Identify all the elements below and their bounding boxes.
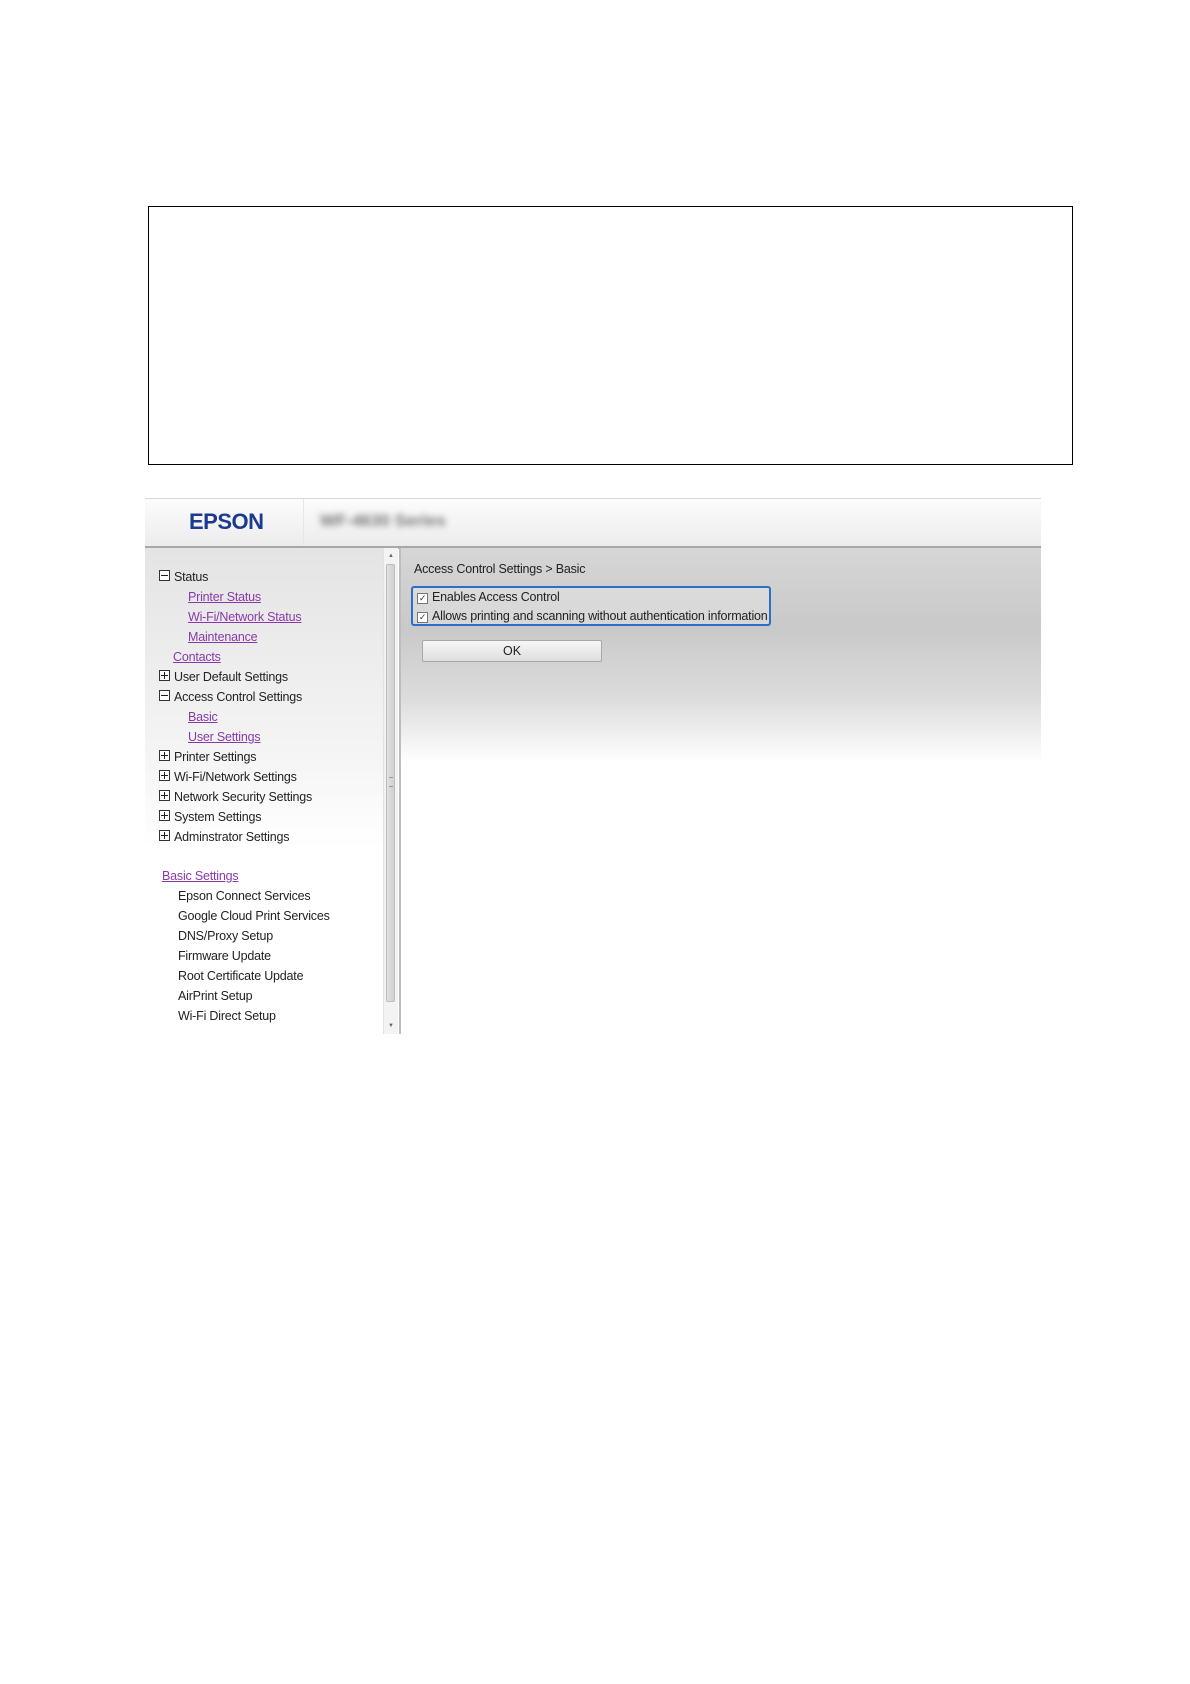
model-name: WF-4630 Series xyxy=(320,511,446,530)
scroll-thumb[interactable] xyxy=(386,564,395,1002)
collapse-icon[interactable] xyxy=(159,690,170,701)
sidebar-item-label: User Default Settings xyxy=(174,670,288,684)
expand-icon[interactable] xyxy=(159,830,170,841)
sidebar-item-label: Printer Settings xyxy=(174,750,257,764)
option-label: Enables Access Control xyxy=(432,590,560,604)
expand-icon[interactable] xyxy=(159,810,170,821)
scroll-down-arrow-icon[interactable]: ▼ xyxy=(384,1020,398,1032)
sidebar-item-firmware-update[interactable]: Firmware Update xyxy=(178,949,271,963)
epson-logo: EPSON xyxy=(189,509,264,534)
sidebar-item-wifi-network-status[interactable]: Wi-Fi/Network Status xyxy=(188,610,302,624)
breadcrumb: Access Control Settings > Basic xyxy=(414,562,586,576)
ok-button[interactable]: OK xyxy=(422,640,602,662)
sidebar-item-contacts[interactable]: Contacts xyxy=(173,650,221,664)
sidebar-item-access-control-settings[interactable]: Access Control Settings xyxy=(159,690,302,704)
sidebar-item-printer-status[interactable]: Printer Status xyxy=(188,590,261,604)
sidebar-item-network-security-settings[interactable]: Network Security Settings xyxy=(159,790,312,804)
header-divider xyxy=(303,499,304,546)
sidebar-item-label: Wi-Fi/Network Settings xyxy=(174,770,297,784)
expand-icon[interactable] xyxy=(159,670,170,681)
sidebar-item-maintenance[interactable]: Maintenance xyxy=(188,630,258,644)
sidebar-item-administrator-settings[interactable]: Adminstrator Settings xyxy=(159,830,289,844)
web-config-screen: EPSON WF-4630 Series Status Printer Stat… xyxy=(145,498,1041,1034)
sidebar-item-status[interactable]: Status xyxy=(159,570,208,584)
expand-icon[interactable] xyxy=(159,770,170,781)
sidebar-item-wifi-network-settings[interactable]: Wi-Fi/Network Settings xyxy=(159,770,297,784)
enable-access-control-option[interactable]: ✓ Enables Access Control xyxy=(417,590,560,607)
sidebar-item-root-certificate-update[interactable]: Root Certificate Update xyxy=(178,969,304,983)
expand-icon[interactable] xyxy=(159,790,170,801)
sidebar-item-dns-proxy-setup[interactable]: DNS/Proxy Setup xyxy=(178,929,273,943)
empty-frame xyxy=(148,206,1073,465)
scroll-up-arrow-icon[interactable]: ▲ xyxy=(384,550,398,562)
sidebar-item-basic-settings[interactable]: Basic Settings xyxy=(162,869,239,883)
sidebar-item-label: Adminstrator Settings xyxy=(174,830,290,844)
sidebar-item-label: System Settings xyxy=(174,810,262,824)
scroll-grip-icon xyxy=(389,777,393,787)
sidebar: Status Printer Status Wi-Fi/Network Stat… xyxy=(145,548,383,1034)
allow-unauthenticated-checkbox[interactable]: ✓ xyxy=(417,612,428,623)
sidebar-item-printer-settings[interactable]: Printer Settings xyxy=(159,750,256,764)
sidebar-item-system-settings[interactable]: System Settings xyxy=(159,810,262,824)
sidebar-item-google-cloud-print-services[interactable]: Google Cloud Print Services xyxy=(178,909,330,923)
access-control-options: ✓ Enables Access Control ✓ Allows printing… xyxy=(411,586,771,626)
sidebar-item-label: Status xyxy=(174,570,209,584)
sidebar-item-airprint-setup[interactable]: AirPrint Setup xyxy=(178,989,253,1003)
collapse-icon[interactable] xyxy=(159,570,170,581)
sidebar-item-label: Access Control Settings xyxy=(174,690,303,704)
option-label: Allows printing and scanning without aut… xyxy=(432,609,768,623)
sidebar-scrollbar[interactable]: ▲ ▼ xyxy=(383,548,398,1034)
main-content: Access Control Settings > Basic ✓ Enables… xyxy=(401,548,1041,1034)
allow-unauthenticated-option[interactable]: ✓ Allows printing and scanning without au… xyxy=(417,609,768,626)
sidebar-item-user-settings[interactable]: User Settings xyxy=(188,730,261,744)
enable-access-control-checkbox[interactable]: ✓ xyxy=(417,593,428,604)
expand-icon[interactable] xyxy=(159,750,170,761)
sidebar-item-basic[interactable]: Basic xyxy=(188,710,218,724)
sidebar-item-user-default-settings[interactable]: User Default Settings xyxy=(159,670,288,684)
sidebar-item-epson-connect-services[interactable]: Epson Connect Services xyxy=(178,889,311,903)
sidebar-item-label: Network Security Settings xyxy=(174,790,313,804)
header-bar: EPSON WF-4630 Series xyxy=(145,498,1041,549)
sidebar-item-wifi-direct-setup[interactable]: Wi-Fi Direct Setup xyxy=(178,1009,276,1023)
